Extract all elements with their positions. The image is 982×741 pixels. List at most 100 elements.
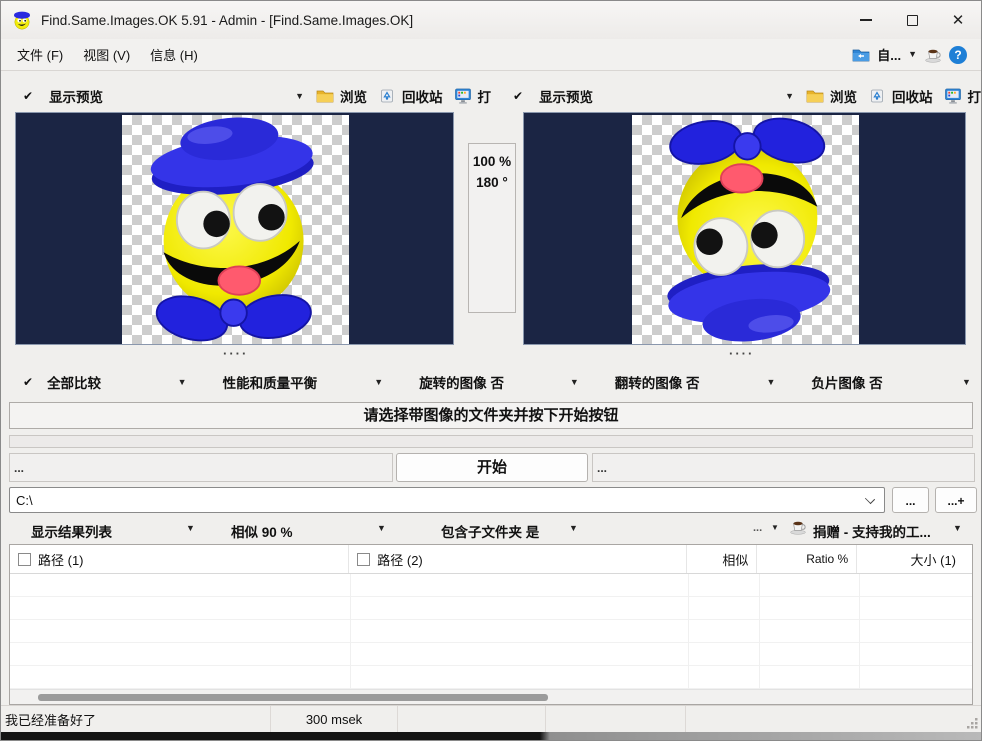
check-icon: ✔: [23, 375, 33, 389]
browse-label: 浏览: [340, 86, 367, 106]
checkbox-path1[interactable]: [18, 553, 31, 566]
horizontal-scrollbar[interactable]: [10, 689, 972, 704]
column-header-similar[interactable]: 相似: [687, 545, 758, 573]
splitter-handle-right[interactable]: ····: [729, 346, 754, 361]
add-path-button[interactable]: ...+: [935, 487, 977, 513]
browse-path-button[interactable]: ...: [892, 487, 929, 513]
status-elapsed-time: 300 msek: [271, 706, 398, 732]
toolbar-left: ✔ 显示预览 ▼ 浏览 回收站: [1, 80, 491, 112]
title-bar: Find.Same.Images.OK 5.91 - Admin - [Find…: [1, 1, 981, 39]
column-divider: [350, 574, 351, 689]
path2-header-label: 路径 (2): [377, 550, 423, 569]
toolbar-right: ✔ 显示预览 ▼ 浏览 回收站: [491, 80, 981, 112]
checkbox-path2[interactable]: [357, 553, 370, 566]
option-rotated[interactable]: 旋转的图像 否 ▼: [393, 367, 589, 397]
folder-yellow-icon: [806, 88, 824, 104]
show-preview-left-label[interactable]: 显示预览: [49, 86, 103, 106]
path-value: C:\: [16, 493, 33, 508]
donate-label[interactable]: 捐赠 - 支持我的工...: [813, 521, 931, 541]
open-left-button[interactable]: 打: [454, 86, 492, 106]
column-header-size[interactable]: 大小 (1): [857, 545, 972, 573]
combo-chevron-icon[interactable]: [865, 494, 875, 504]
resize-grip-icon[interactable]: [966, 717, 979, 730]
preview-pane-right[interactable]: [523, 112, 966, 345]
donate-arrow[interactable]: ▼: [953, 524, 962, 533]
table-row: [10, 643, 972, 666]
open-right-button[interactable]: 打: [944, 86, 982, 106]
folder-yellow-icon: [316, 88, 334, 104]
auto-dropdown-arrow[interactable]: ▼: [908, 50, 917, 59]
flipped-label: 翻转的图像 否: [615, 372, 700, 392]
zoom-rotation-panel[interactable]: 100 % 180 °: [468, 143, 516, 313]
start-button[interactable]: 开始: [396, 453, 588, 482]
ratio-header-label: Ratio %: [806, 552, 848, 566]
recycle-left-button[interactable]: 回收站: [378, 86, 443, 106]
minimize-button[interactable]: [843, 1, 889, 39]
donate-coffee-icon[interactable]: [924, 47, 942, 63]
dropdown-arrow-icon: ▼: [962, 378, 971, 387]
app-window: Find.Same.Images.OK 5.91 - Admin - [Find…: [0, 0, 982, 741]
path-row: C:\ ... ...+: [1, 487, 981, 513]
start-row: ... 开始 ...: [1, 453, 981, 483]
menu-bar: 文件 (F) 视图 (V) 信息 (H) 自... ▼ ?: [1, 39, 981, 71]
browse-left-button[interactable]: 浏览: [316, 86, 367, 106]
check-icon[interactable]: ✔: [513, 89, 523, 103]
option-quality[interactable]: 性能和质量平衡 ▼: [197, 367, 394, 397]
table-row: [10, 620, 972, 643]
preview-pane-left[interactable]: [15, 112, 454, 345]
show-results-arrow[interactable]: ▼: [186, 524, 195, 533]
app-icon: [12, 10, 32, 30]
close-icon: ✕: [952, 13, 965, 28]
scrollbar-thumb[interactable]: [38, 694, 548, 701]
recycle-right-button[interactable]: 回收站: [868, 86, 933, 106]
table-body[interactable]: [10, 574, 972, 689]
results-options-row: 显示结果列表 ▼ 相似 90 % ▼ 包含子文件夹 是 ▼ ... ▼ 捐赠 -…: [1, 513, 981, 544]
subfolders-arrow[interactable]: ▼: [569, 524, 578, 533]
column-divider: [688, 574, 689, 689]
option-flipped[interactable]: 翻转的图像 否 ▼: [589, 367, 786, 397]
column-divider: [859, 574, 860, 689]
rotated-label: 旋转的图像 否: [419, 372, 504, 392]
auto-language-label[interactable]: 自...: [877, 45, 901, 64]
more-options-label[interactable]: ...: [753, 522, 762, 534]
donate-coffee-icon[interactable]: [789, 519, 807, 535]
options-row: ✔ 全部比较 ▼ 性能和质量平衡 ▼ 旋转的图像 否 ▼ 翻转的图像 否 ▼ 负…: [1, 367, 981, 397]
browse-right-button[interactable]: 浏览: [806, 86, 857, 106]
option-compare-all[interactable]: ✔ 全部比较 ▼: [1, 367, 197, 397]
menu-info[interactable]: 信息 (H): [140, 40, 208, 69]
smiley-image: [122, 115, 349, 344]
window-title: Find.Same.Images.OK 5.91 - Admin - [Find…: [41, 13, 413, 28]
monitor-icon: [944, 88, 962, 104]
splitter-handle-left[interactable]: ····: [223, 346, 248, 361]
maximize-button[interactable]: [889, 1, 935, 39]
show-results-label[interactable]: 显示结果列表: [31, 521, 112, 541]
path1-header-label: 路径 (1): [38, 550, 84, 569]
similarity-arrow[interactable]: ▼: [377, 524, 386, 533]
close-button[interactable]: ✕: [935, 1, 981, 39]
more-options-arrow[interactable]: ▼: [771, 524, 779, 532]
smiley-image-rotated: [632, 115, 859, 344]
column-header-path2[interactable]: 路径 (2): [349, 545, 686, 573]
preview-image-left: [122, 115, 349, 344]
recycle-label: 回收站: [402, 86, 443, 106]
check-icon[interactable]: ✔: [23, 89, 33, 103]
menu-view[interactable]: 视图 (V): [73, 40, 140, 69]
show-preview-right-label[interactable]: 显示预览: [539, 86, 593, 106]
zoom-value: 100 %: [469, 151, 515, 172]
column-header-path1[interactable]: 路径 (1): [10, 545, 349, 573]
similarity-label[interactable]: 相似 90 %: [231, 521, 293, 541]
instruction-message: 请选择带图像的文件夹并按下开始按钮: [9, 402, 973, 429]
status-bar: 我已经准备好了 300 msek: [1, 705, 981, 732]
minimize-icon: [860, 19, 872, 21]
size-header-label: 大小 (1): [911, 550, 957, 569]
help-icon[interactable]: ?: [949, 46, 967, 64]
preview-image-right: [632, 115, 859, 344]
folder-blue-icon[interactable]: [852, 47, 870, 63]
subfolders-label[interactable]: 包含子文件夹 是: [441, 521, 539, 541]
preview-dropdown-arrow[interactable]: ▼: [295, 92, 304, 101]
path-combobox[interactable]: C:\: [9, 487, 885, 513]
option-negative[interactable]: 负片图像 否 ▼: [785, 367, 981, 397]
menu-file[interactable]: 文件 (F): [7, 40, 73, 69]
preview-dropdown-arrow[interactable]: ▼: [785, 92, 794, 101]
column-header-ratio[interactable]: Ratio %: [757, 545, 857, 573]
